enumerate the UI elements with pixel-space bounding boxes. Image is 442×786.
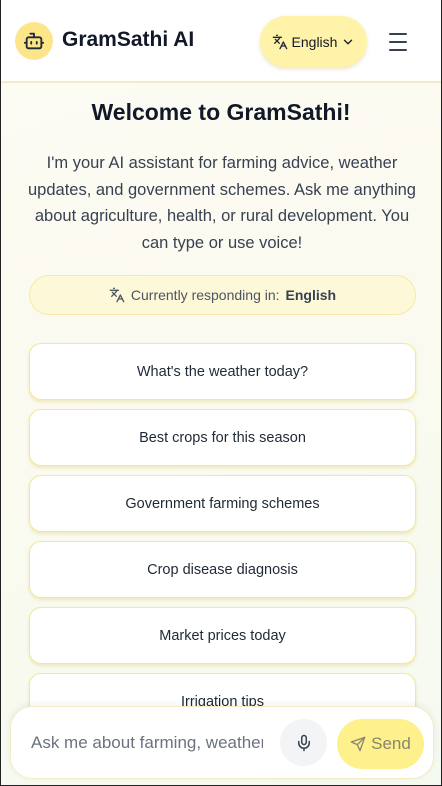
microphone-icon xyxy=(297,734,310,751)
welcome-title: Welcome to GramSathi! xyxy=(91,99,351,125)
suggestion-button[interactable]: Market prices today xyxy=(29,607,416,664)
robot-icon xyxy=(23,32,45,50)
suggestion-button[interactable]: What's the weather today? xyxy=(29,343,416,400)
suggestion-button[interactable]: Best crops for this season xyxy=(29,409,416,466)
menu-line xyxy=(389,33,407,35)
menu-line xyxy=(389,49,407,51)
language-status-value: English xyxy=(285,287,337,303)
send-button-label: Send xyxy=(371,734,411,753)
app-title: GramSathi AI xyxy=(62,28,195,51)
translate-icon xyxy=(272,34,287,49)
language-status-prefix: Currently responding in: xyxy=(130,287,280,303)
app-logo xyxy=(15,22,53,60)
suggestion-button[interactable]: Crop disease diagnosis xyxy=(29,541,416,598)
language-selector-button[interactable]: English xyxy=(260,16,367,67)
hamburger-menu-icon[interactable] xyxy=(386,30,410,54)
chevron-down-icon xyxy=(344,39,353,44)
translate-icon xyxy=(109,287,125,303)
send-button[interactable]: Send xyxy=(337,719,424,769)
language-selector-label: English xyxy=(291,33,338,50)
chat-input-bar: Send xyxy=(10,706,434,779)
welcome-description: I'm your AI assistant for farming advice… xyxy=(28,154,416,252)
suggestion-button[interactable]: Government farming schemes xyxy=(29,475,416,532)
voice-input-button[interactable] xyxy=(280,719,327,766)
chat-input[interactable] xyxy=(31,729,263,757)
language-status-banner: Currently responding in: English xyxy=(29,275,416,315)
app-header: GramSathi AI English xyxy=(0,0,442,83)
menu-line xyxy=(389,41,407,43)
send-icon xyxy=(350,736,366,752)
